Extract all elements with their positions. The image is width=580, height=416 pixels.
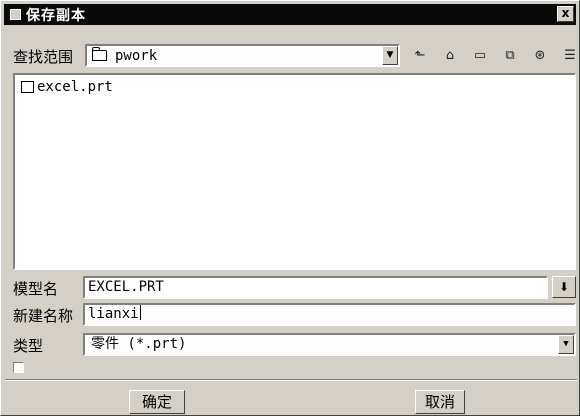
close-button[interactable]: x bbox=[557, 6, 574, 22]
new-name-label: 新建名称 bbox=[13, 307, 74, 325]
pick-model-button[interactable]: ⬇ bbox=[552, 276, 576, 298]
new-name-value: lianxi bbox=[88, 306, 139, 322]
lookin-label: 查找范围 bbox=[13, 48, 74, 66]
type-value: 零件 (*.prt) bbox=[91, 336, 187, 352]
cancel-button[interactable]: 取消 bbox=[415, 390, 465, 414]
ok-button[interactable]: 确定 bbox=[129, 390, 185, 414]
dialog-title: 保存副本 bbox=[26, 7, 86, 24]
view-list-icon[interactable]: ☰ bbox=[561, 48, 579, 64]
lookin-dropdown[interactable]: pwork ▼ bbox=[85, 44, 400, 67]
type-label: 类型 bbox=[13, 337, 44, 355]
option-checkbox[interactable] bbox=[13, 362, 24, 373]
folder-icon bbox=[92, 47, 107, 61]
file-icon bbox=[21, 81, 34, 93]
window-icon bbox=[10, 9, 21, 20]
open-icon[interactable]: ⌂ bbox=[441, 48, 459, 64]
working-dir-icon[interactable]: ⊛ bbox=[531, 48, 549, 64]
model-name-label: 模型名 bbox=[13, 280, 59, 298]
separator bbox=[5, 379, 577, 381]
chevron-down-icon[interactable]: ▼ bbox=[382, 46, 398, 65]
new-name-input[interactable]: lianxi bbox=[83, 303, 576, 326]
title-bar[interactable]: 保存副本 x bbox=[4, 4, 576, 25]
lookin-value: pwork bbox=[115, 47, 158, 64]
file-name: excel.prt bbox=[37, 79, 113, 95]
list-item[interactable]: excel.prt bbox=[21, 79, 113, 95]
file-list[interactable]: excel.prt bbox=[13, 73, 576, 270]
type-dropdown[interactable]: 零件 (*.prt) ▼ bbox=[83, 333, 576, 356]
text-caret bbox=[139, 305, 141, 320]
new-item-icon[interactable]: ⧉ bbox=[501, 48, 519, 64]
save-copy-dialog: 保存副本 x 查找范围 pwork ▼ ⬑ ⌂ ▭ ⧉ ⊛ ☰ excel.pr… bbox=[0, 0, 580, 416]
model-name-field[interactable]: EXCEL.PRT bbox=[83, 276, 548, 299]
new-folder-icon[interactable]: ▭ bbox=[471, 48, 489, 64]
chevron-down-icon[interactable]: ▼ bbox=[558, 335, 574, 354]
up-folder-icon[interactable]: ⬑ bbox=[411, 48, 429, 64]
toolbar: ⬑ ⌂ ▭ ⧉ ⊛ ☰ bbox=[411, 47, 580, 65]
